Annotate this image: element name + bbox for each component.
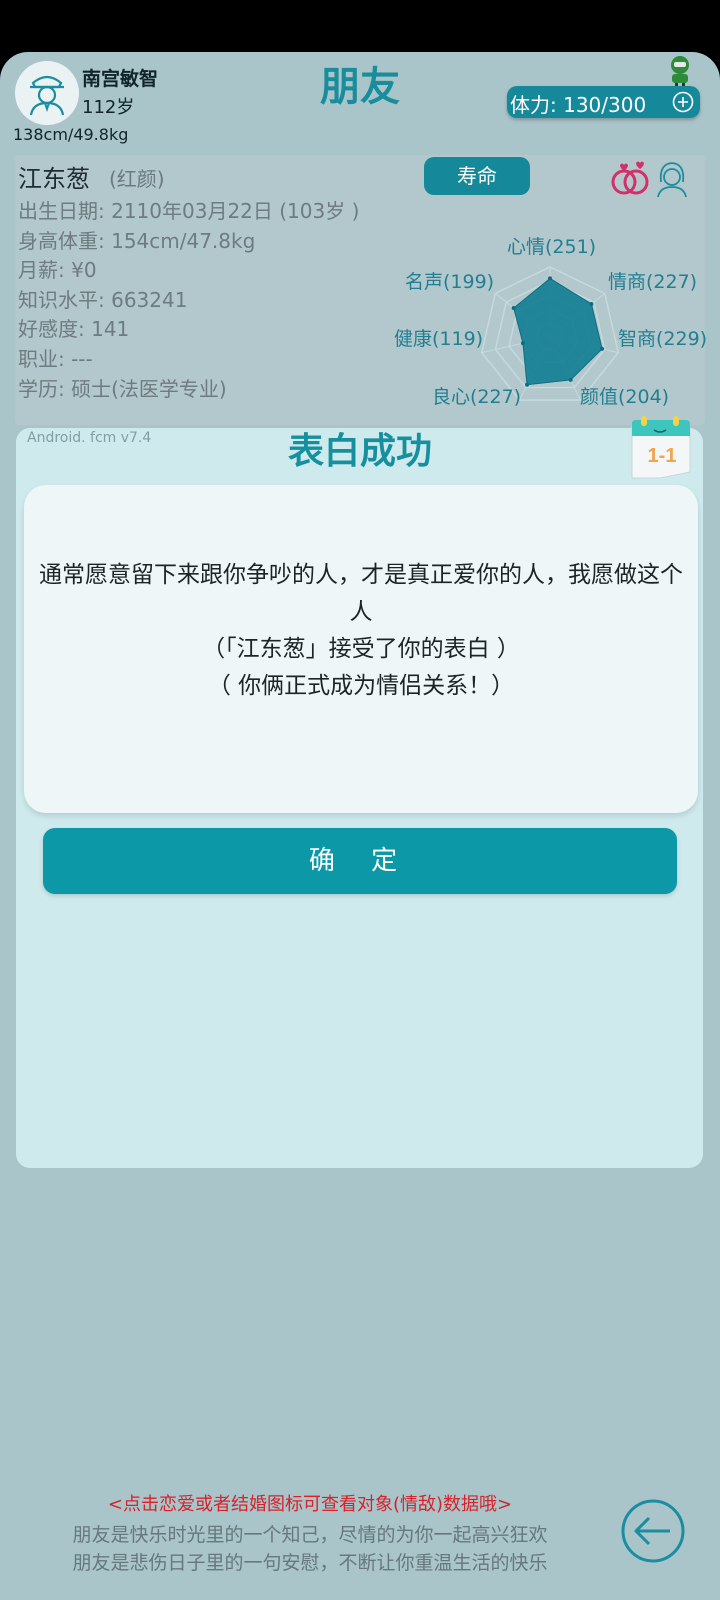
rings-icon[interactable]	[608, 158, 652, 202]
stamina-text: 体力: 130/300	[510, 93, 647, 117]
girl-icon[interactable]	[655, 160, 689, 202]
info-job: 职业: ---	[18, 346, 93, 371]
dialog-title: 表白成功	[287, 431, 432, 472]
radar-label-conscience: 良心(227)	[432, 386, 522, 408]
info-salary: 月薪: ¥0	[18, 258, 97, 283]
message-line-3: （ 你俩正式成为情侣关系！）	[207, 673, 515, 699]
info-education: 学历: 硕士(法医学专业)	[18, 376, 227, 401]
message-line-1: 通常愿意留下来跟你争吵的人，才是真正爱你的人，我愿做这个人	[39, 562, 683, 625]
radar-label-eq: 情商(227)	[608, 271, 698, 293]
radar-label-looks: 颜值(204)	[580, 386, 670, 408]
info-knowledge: 知识水平: 663241	[18, 287, 188, 312]
radar-label-mood: 心情(251)	[507, 236, 597, 258]
radar-point	[520, 341, 525, 346]
radar-label-fame: 名声(199)	[405, 271, 495, 293]
stamina-bar[interactable]: 体力: 130/300	[507, 86, 700, 118]
description-line-1: 朋友是快乐时光里的一个知己，尽情的为你一起高兴狂欢	[72, 1524, 548, 1546]
friend-info-list: 出生日期: 2110年03月22日 (103岁 ) 身高体重: 154cm/47…	[18, 197, 359, 404]
radar-label-health: 健康(119)	[394, 328, 484, 350]
info-favorability: 好感度: 141	[18, 317, 130, 342]
radar-point	[568, 377, 573, 382]
app-screen: 南宫敏智 112岁 138cm/49.8kg 朋友 体力: 130/300 江东…	[0, 52, 720, 1600]
description-line-2: 朋友是悲伤日子里的一句安慰，不断让你重温生活的快乐	[72, 1552, 548, 1574]
radar-point	[589, 301, 594, 306]
radar-point	[525, 382, 530, 387]
radar-point	[548, 276, 552, 281]
user-size: 138cm/49.8kg	[13, 125, 129, 144]
friend-tag: (红颜)	[109, 167, 165, 191]
info-birthday: 出生日期: 2110年03月22日 (103岁 )	[18, 199, 360, 223]
back-arrow-icon[interactable]	[620, 1498, 686, 1568]
message-line-2: （「江东葱」接受了你的表白 ）	[202, 636, 520, 662]
message-text: 通常愿意留下来跟你争吵的人，才是真正爱你的人，我愿做这个人 （「江东葱」接受了你…	[38, 557, 684, 705]
calendar-icon: 1-1	[630, 416, 696, 486]
confirm-button[interactable]: 确 定	[43, 828, 677, 894]
radar-point	[600, 346, 605, 351]
plus-icon[interactable]	[672, 91, 694, 117]
radar-point	[511, 306, 516, 311]
calendar-label: 1-1	[648, 445, 677, 467]
info-height-weight: 身高体重: 154cm/47.8kg	[18, 228, 256, 253]
radar-label-iq: 智商(229)	[618, 328, 708, 350]
message-box: 通常愿意留下来跟你争吵的人，才是真正爱你的人，我愿做这个人 （「江东葱」接受了你…	[24, 485, 698, 813]
robot-icon[interactable]	[666, 54, 694, 90]
hint-text: <点击恋爱或者结婚图标可查看对象(情敌)数据哦>	[107, 1494, 513, 1515]
friend-name: 江东葱	[18, 165, 90, 193]
life-button[interactable]: 寿命	[424, 157, 530, 195]
